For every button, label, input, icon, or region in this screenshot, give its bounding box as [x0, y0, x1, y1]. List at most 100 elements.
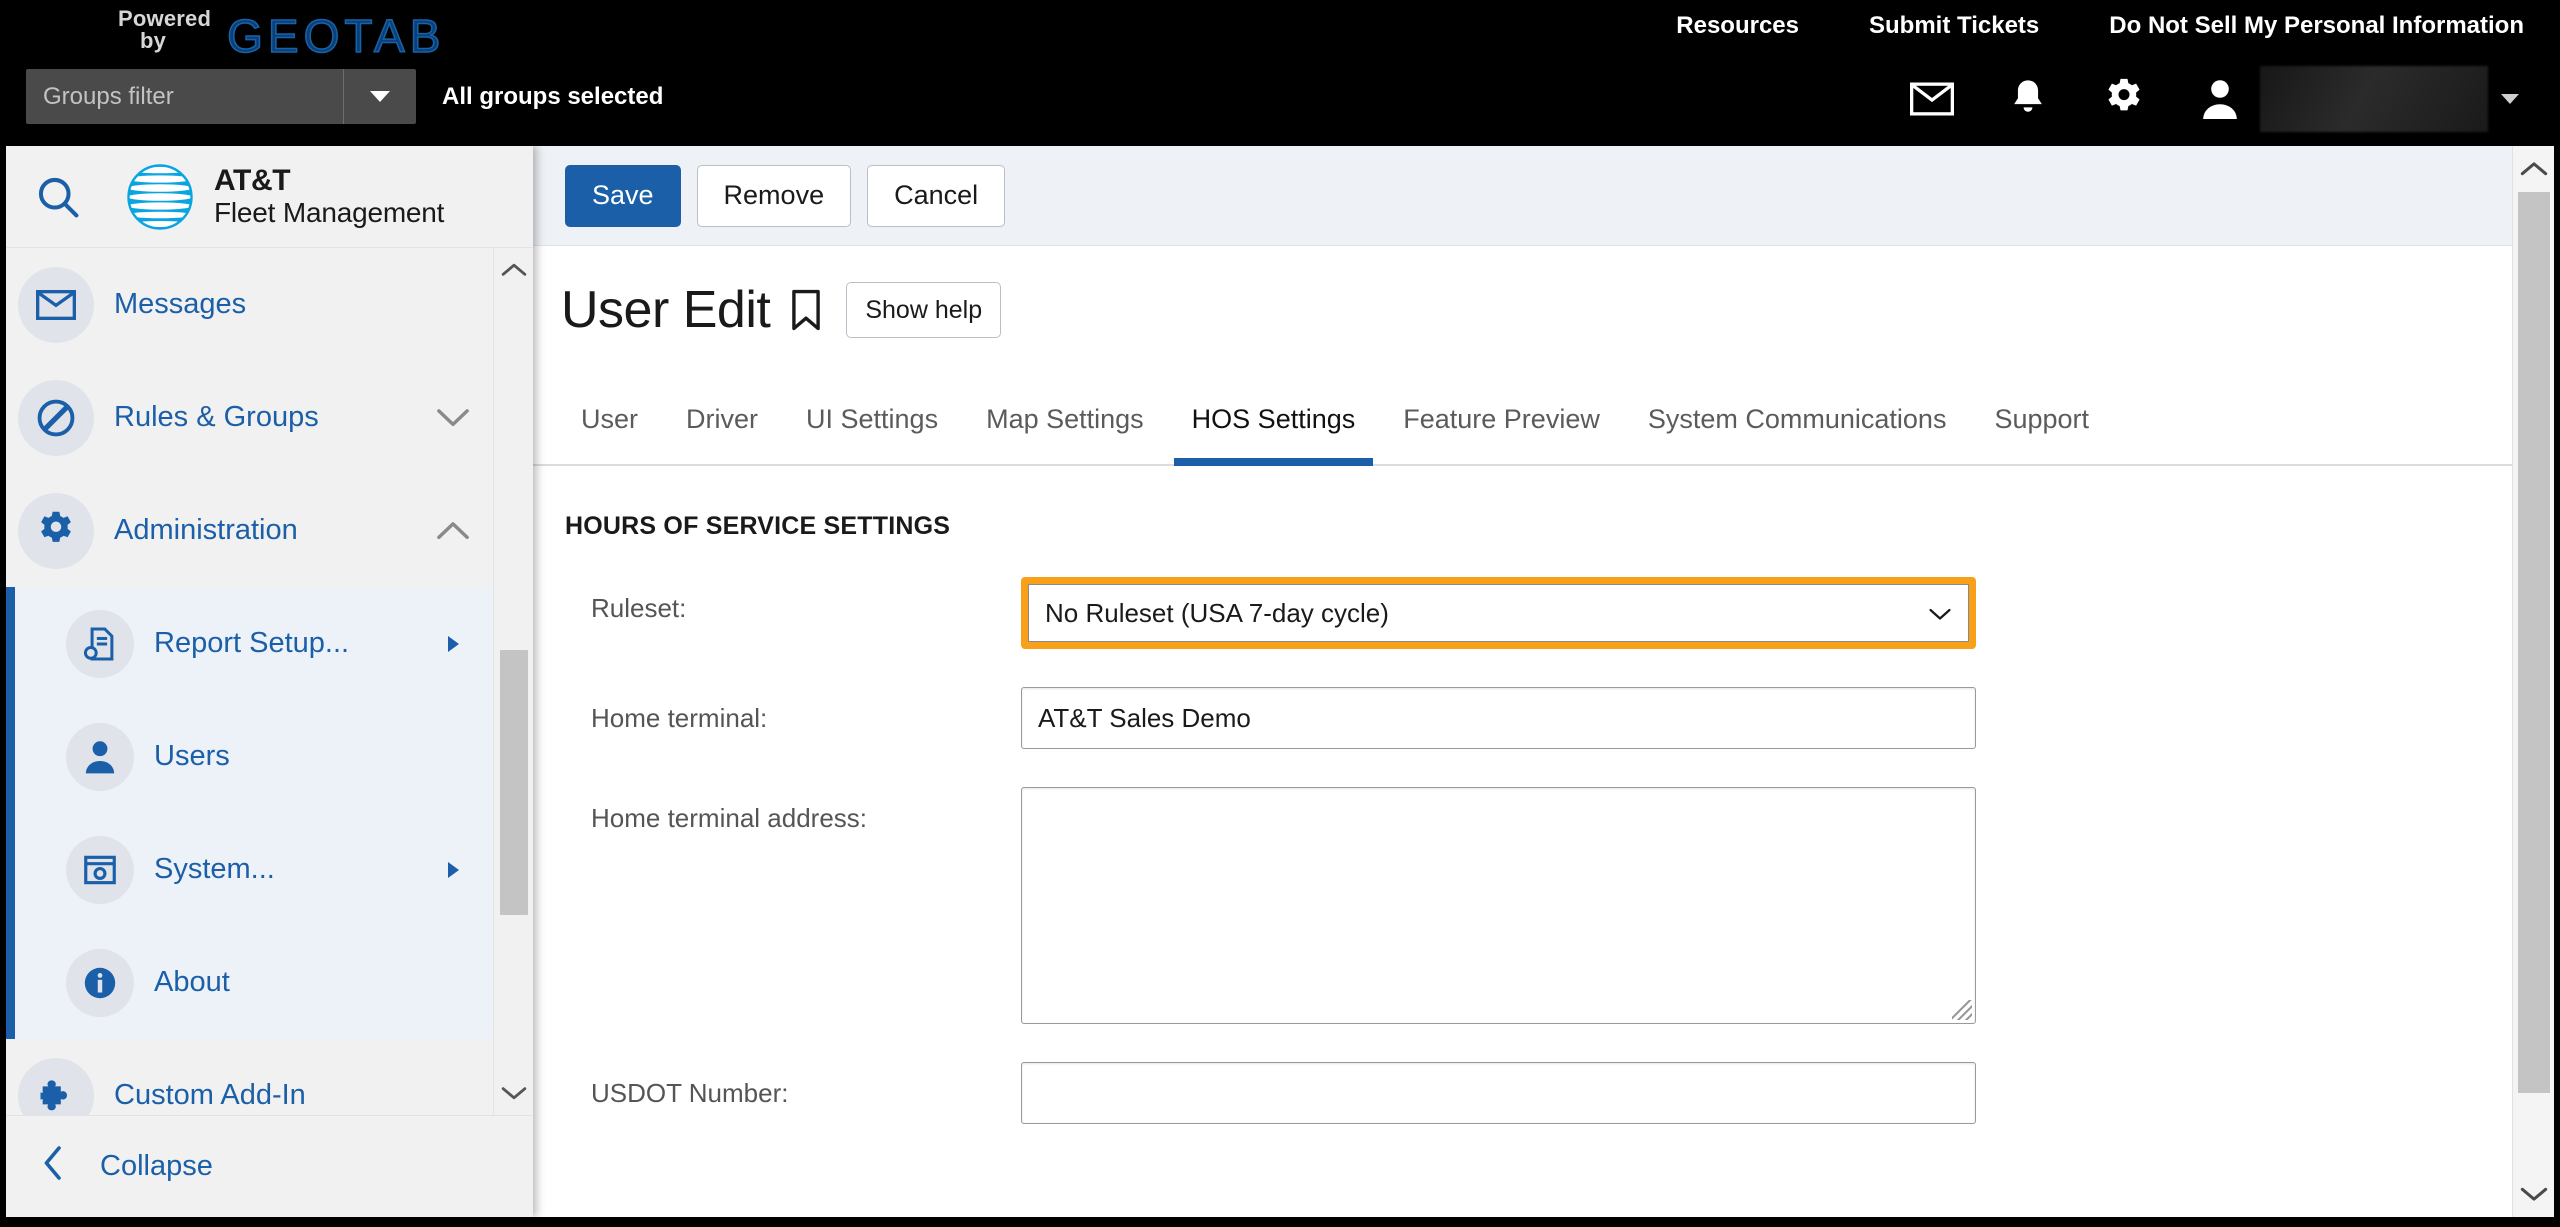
sidebar-item-users[interactable]: Users [6, 700, 493, 813]
tab-feature-preview[interactable]: Feature Preview [1379, 374, 1624, 464]
resize-grip-icon[interactable] [1952, 1000, 1972, 1020]
tab-system-communications[interactable]: System Communications [1624, 374, 1971, 464]
sidebar-item-label: Report Setup... [154, 627, 350, 659]
sidebar-item-custom-add-in[interactable]: Custom Add-In [6, 1039, 493, 1115]
user-name-chip[interactable] [2260, 66, 2488, 132]
att-globe-icon [124, 161, 196, 233]
mail-icon[interactable] [1884, 69, 1980, 129]
sidebar-item-rules-groups[interactable]: Rules & Groups [6, 361, 493, 474]
user-menu-dropdown-button[interactable] [2488, 94, 2532, 104]
tab-support[interactable]: Support [1970, 374, 2113, 464]
sidebar-item-label: System... [154, 853, 275, 885]
sidebar-scroll-area: Messages Rules & Groups Administration R… [6, 248, 533, 1115]
brand-text: AT&T Fleet Management [214, 165, 444, 227]
sidebar: AT&T Fleet Management Messages Rules & G… [6, 146, 533, 1217]
tab-driver[interactable]: Driver [662, 374, 782, 464]
home-terminal-address-textarea[interactable] [1021, 787, 1976, 1024]
chevron-left-icon [40, 1145, 66, 1189]
sidebar-item-label: Users [154, 740, 230, 772]
save-button[interactable]: Save [565, 164, 681, 227]
cancel-button[interactable]: Cancel [867, 164, 1006, 227]
ruleset-control-wrap: No Ruleset (USA 7-day cycle) [1021, 577, 1976, 649]
chevron-right-icon [413, 635, 493, 652]
hos-settings-form: HOURS OF SERVICE SETTINGS Ruleset: No Ru… [533, 466, 2512, 1217]
sidebar-header: AT&T Fleet Management [6, 146, 533, 248]
home-terminal-control-wrap: AT&T Sales Demo [1021, 687, 1976, 749]
user-icon[interactable] [2172, 69, 2268, 129]
usdot-number-label: USDOT Number: [591, 1078, 789, 1108]
tab-user[interactable]: User [557, 374, 662, 464]
sidebar-scroll-down-button[interactable] [494, 1071, 534, 1115]
brand-line-2: Fleet Management [214, 196, 445, 228]
chevron-up-icon [413, 521, 493, 541]
geotab-wordmark: GEOTAB [226, 10, 446, 62]
sidebar-scroll-up-button[interactable] [494, 248, 534, 292]
home-terminal-address-control-wrap [1021, 787, 1976, 1024]
home-terminal-input[interactable]: AT&T Sales Demo [1021, 687, 1976, 749]
tab-hos-settings[interactable]: HOS Settings [1168, 374, 1380, 466]
tab-bar: User Driver UI Settings Map Settings HOS… [533, 374, 2512, 466]
main-scroll-down-button[interactable] [2513, 1171, 2555, 1217]
no-entry-icon [18, 379, 94, 456]
bell-icon[interactable] [1980, 69, 2076, 129]
submit-tickets-link[interactable]: Submit Tickets [1869, 12, 2039, 40]
sidebar-nav: Messages Rules & Groups Administration R… [6, 248, 493, 1115]
sidebar-item-label: Messages [114, 288, 247, 320]
sidebar-item-label: About [154, 966, 230, 998]
main-scrollbar[interactable] [2512, 146, 2554, 1217]
groups-filter-row: Groups filter All groups selected [26, 69, 663, 124]
sidebar-item-label: Rules & Groups [114, 401, 319, 433]
home-terminal-label: Home terminal: [591, 703, 768, 733]
remove-button[interactable]: Remove [696, 164, 852, 227]
chevron-down-icon [1928, 598, 1952, 629]
home-terminal-address-label: Home terminal address: [591, 803, 867, 833]
top-nav-links: Resources Submit Tickets Do Not Sell My … [1676, 12, 2524, 40]
powered-line1: Powered [118, 6, 212, 31]
ruleset-label: Ruleset: [591, 593, 687, 623]
person-icon [66, 722, 134, 791]
tab-map-settings[interactable]: Map Settings [962, 374, 1168, 464]
chevron-right-icon [413, 861, 493, 878]
sidebar-item-administration[interactable]: Administration [6, 474, 493, 587]
ruleset-highlight-outline: No Ruleset (USA 7-day cycle) [1021, 577, 1976, 649]
bookmark-icon[interactable] [790, 287, 826, 333]
sidebar-scrollbar[interactable] [493, 248, 533, 1115]
main-content: Save Remove Cancel User Edit Show help U… [533, 146, 2554, 1217]
top-header-bar: Powered by GEOTAB Resources Submit Ticke… [6, 6, 2554, 146]
puzzle-icon [18, 1057, 94, 1115]
sidebar-scroll-thumb[interactable] [500, 650, 528, 916]
app-body: AT&T Fleet Management Messages Rules & G… [6, 146, 2554, 1217]
sidebar-item-system[interactable]: System... [6, 813, 493, 926]
powered-by-geotab-logo: Powered by GEOTAB [118, 8, 446, 62]
sidebar-collapse-button[interactable]: Collapse [6, 1115, 533, 1217]
main-scroll-track[interactable] [2513, 192, 2554, 1171]
groups-filter-input[interactable]: Groups filter [26, 69, 344, 124]
show-help-button[interactable]: Show help [846, 282, 1002, 338]
groups-filter-dropdown-button[interactable] [344, 69, 416, 124]
ruleset-selected-value: No Ruleset (USA 7-day cycle) [1045, 597, 1389, 628]
search-icon[interactable] [32, 171, 84, 223]
sidebar-scroll-track[interactable] [494, 292, 533, 1071]
main-inner: Save Remove Cancel User Edit Show help U… [533, 146, 2512, 1217]
main-scroll-up-button[interactable] [2513, 146, 2555, 192]
field-row-home-terminal-address: Home terminal address: [533, 787, 2512, 1024]
all-groups-selected-label: All groups selected [442, 82, 664, 110]
gear-icon[interactable] [2076, 69, 2172, 129]
sidebar-item-report-setup[interactable]: Report Setup... [6, 587, 493, 700]
powered-by-text: Powered by [118, 8, 211, 56]
chevron-down-icon [2501, 94, 2519, 104]
sidebar-item-messages[interactable]: Messages [6, 248, 493, 361]
resources-link[interactable]: Resources [1676, 12, 1799, 40]
page-title: User Edit [561, 281, 771, 339]
do-not-sell-link[interactable]: Do Not Sell My Personal Information [2109, 12, 2524, 40]
brand-line-1: AT&T [214, 164, 291, 198]
app-window: Powered by GEOTAB Resources Submit Ticke… [0, 0, 2560, 1227]
tab-ui-settings[interactable]: UI Settings [782, 374, 962, 464]
action-toolbar: Save Remove Cancel [533, 146, 2512, 246]
sidebar-item-about[interactable]: About [6, 926, 493, 1039]
ruleset-select[interactable]: No Ruleset (USA 7-day cycle) [1028, 584, 1969, 642]
main-scroll-thumb[interactable] [2518, 192, 2550, 1093]
groups-filter-control[interactable]: Groups filter [26, 69, 416, 124]
chevron-down-icon [370, 91, 390, 102]
usdot-number-input[interactable] [1021, 1062, 1976, 1124]
